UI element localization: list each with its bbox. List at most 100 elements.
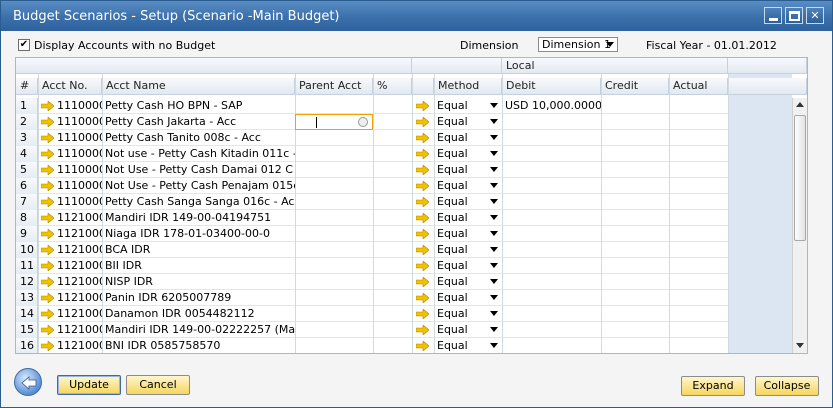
cancel-button[interactable]: Cancel [126,375,190,395]
debit-cell[interactable] [502,274,601,290]
debit-cell[interactable] [502,178,601,194]
credit-cell[interactable] [601,194,669,210]
credit-cell[interactable] [601,130,669,146]
parent-acct-cell[interactable] [295,130,373,146]
link-arrow-icon[interactable] [41,277,54,287]
row-number[interactable]: 7 [16,194,38,210]
debit-cell[interactable] [502,162,601,178]
method-link-arrow-icon[interactable] [416,277,429,287]
percent-cell[interactable] [373,194,412,210]
header-acct-name[interactable]: Acct Name [102,78,295,95]
title-bar[interactable]: Budget Scenarios - Setup (Scenario -Main… [1,1,832,31]
link-arrow-icon[interactable] [41,133,54,143]
row-number[interactable]: 2 [16,114,38,130]
method-link-arrow-icon[interactable] [416,213,429,223]
table-row[interactable]: 811210001Mandiri IDR 149-00-04194751Equa… [16,210,792,226]
scroll-up-icon[interactable] [796,102,804,107]
method-link-arrow-icon[interactable] [416,261,429,271]
header-parent-acct[interactable]: Parent Acct [295,78,373,95]
percent-cell[interactable] [373,338,412,353]
link-arrow-icon[interactable] [41,229,54,239]
row-number[interactable]: 4 [16,146,38,162]
parent-acct-cell[interactable] [295,194,373,210]
table-row[interactable]: 211100002Petty Cash Jakarta - AccEqual [16,114,792,130]
percent-cell[interactable] [373,98,412,114]
percent-cell[interactable] [373,226,412,242]
row-number[interactable]: 16 [16,338,38,353]
method-dropdown-icon[interactable] [490,135,498,140]
link-arrow-icon[interactable] [41,325,54,335]
credit-cell[interactable] [601,114,669,130]
parent-acct-active-input[interactable] [295,114,373,130]
table-row[interactable]: 911210002Niaga IDR 178-01-03400-00-0Equa… [16,226,792,242]
method-dropdown-icon[interactable] [490,119,498,124]
method-link-arrow-icon[interactable] [416,181,429,191]
header-percent[interactable]: % [373,78,412,95]
parent-acct-cell[interactable] [295,178,373,194]
debit-cell[interactable] [502,210,601,226]
method-dropdown-icon[interactable] [490,295,498,300]
table-row[interactable]: 6 11100006Not Use - Petty Cash Penajam 01… [16,178,792,194]
table-row[interactable]: 1411210007Danamon IDR 0054482112Equal [16,306,792,322]
debit-cell[interactable] [502,130,601,146]
method-link-arrow-icon[interactable] [416,149,429,159]
row-number[interactable]: 5 [16,162,38,178]
row-number[interactable]: 10 [16,242,38,258]
percent-cell[interactable] [373,242,412,258]
method-dropdown-icon[interactable] [490,199,498,204]
table-row[interactable]: 1111210004BII IDREqual [16,258,792,274]
update-button[interactable]: Update [57,375,121,395]
debit-cell[interactable] [502,290,601,306]
debit-cell[interactable] [502,146,601,162]
debit-cell[interactable] [502,338,601,353]
credit-cell[interactable] [601,322,669,338]
parent-acct-cell[interactable] [295,242,373,258]
method-link-arrow-icon[interactable] [416,293,429,303]
link-arrow-icon[interactable] [41,341,54,351]
link-arrow-icon[interactable] [41,309,54,319]
row-number[interactable]: 15 [16,322,38,338]
parent-acct-cell[interactable] [295,258,373,274]
dimension-select[interactable]: Dimension 1 [538,37,618,52]
link-arrow-icon[interactable] [41,261,54,271]
credit-cell[interactable] [601,98,669,114]
method-link-arrow-icon[interactable] [416,245,429,255]
row-number[interactable]: 9 [16,226,38,242]
method-dropdown-icon[interactable] [490,279,498,284]
maximize-button[interactable] [785,7,803,24]
link-arrow-icon[interactable] [41,293,54,303]
percent-cell[interactable] [373,130,412,146]
table-row[interactable]: 7 11100007Petty Cash Sanga Sanga 016c - A… [16,194,792,210]
parent-acct-cell[interactable] [295,338,373,353]
credit-cell[interactable] [601,338,669,353]
percent-cell[interactable] [373,210,412,226]
table-row[interactable]: 4 11100004Not use - Petty Cash Kitadin 01… [16,146,792,162]
credit-cell[interactable] [601,306,669,322]
link-arrow-icon[interactable] [41,101,54,111]
row-number[interactable]: 11 [16,258,38,274]
method-link-arrow-icon[interactable] [416,101,429,111]
minimize-button[interactable] [764,7,782,24]
parent-acct-cell[interactable] [295,290,373,306]
close-button[interactable]: ✕ [806,7,824,24]
debit-cell[interactable] [502,322,601,338]
parent-acct-cell[interactable] [295,274,373,290]
percent-cell[interactable] [373,290,412,306]
method-link-arrow-icon[interactable] [416,309,429,319]
parent-acct-cell[interactable] [295,146,373,162]
method-dropdown-icon[interactable] [490,167,498,172]
percent-cell[interactable] [373,162,412,178]
method-link-arrow-icon[interactable] [416,197,429,207]
credit-cell[interactable] [601,162,669,178]
method-link-arrow-icon[interactable] [416,165,429,175]
method-link-arrow-icon[interactable] [416,133,429,143]
parent-acct-cell[interactable] [295,226,373,242]
table-row[interactable]: 1311210006Panin IDR 6205007789Equal [16,290,792,306]
table-row[interactable]: 1611210009BNI IDR 0585758570Equal [16,338,792,353]
debit-cell[interactable]: USD 10,000.0000 [502,98,601,114]
link-arrow-icon[interactable] [41,165,54,175]
method-link-arrow-icon[interactable] [416,229,429,239]
method-dropdown-icon[interactable] [490,215,498,220]
row-number[interactable]: 13 [16,290,38,306]
scroll-down-icon[interactable] [796,343,804,348]
